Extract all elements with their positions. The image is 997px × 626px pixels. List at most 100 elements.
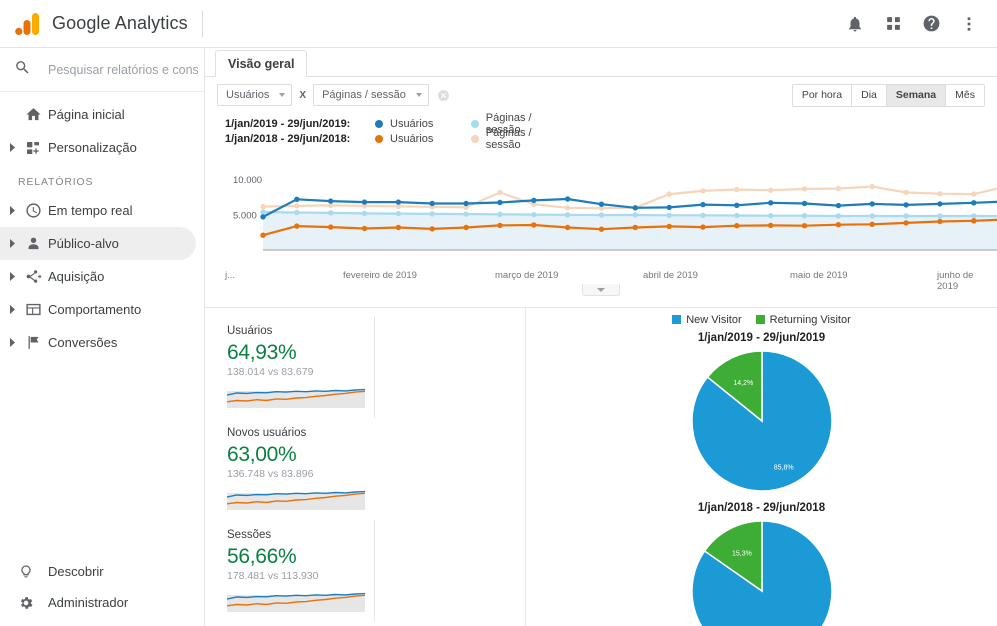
person-icon [18, 235, 48, 252]
sidebar-item-label: Público-alvo [48, 236, 119, 251]
gear-icon [18, 595, 48, 611]
chevron-down-icon [279, 93, 286, 97]
tab-bar: Visão geral [205, 48, 997, 77]
period-mes[interactable]: Mês [946, 84, 984, 106]
legend-date-range: 1/jan/2019 - 29/jun/2019: [225, 117, 351, 130]
pie-legend: New Visitor Returning Visitor [672, 314, 851, 326]
pie-legend-label: New Visitor [686, 314, 742, 326]
sidebar-item-label: Descobrir [48, 564, 104, 579]
clock-icon [18, 202, 48, 219]
chevron-right-icon [6, 272, 18, 281]
metric-secondary-label: Páginas / sessão [322, 89, 406, 101]
period-por-hora[interactable]: Por hora [792, 84, 853, 106]
tab-label: Visão geral [228, 57, 295, 71]
more-vert-icon[interactable] [953, 8, 985, 40]
main-content: Visão geral Usuários X Páginas / sessão … [205, 48, 997, 626]
customization-icon [18, 140, 48, 156]
pie-slice-label: 85,8% [773, 465, 793, 472]
period-semana[interactable]: Semana [886, 84, 947, 106]
notifications-bell-icon[interactable] [839, 8, 871, 40]
metric-sparkline [227, 382, 365, 408]
tab-visao-geral[interactable]: Visão geral [215, 50, 308, 77]
sidebar-item-personalizacao[interactable]: Personalização [0, 131, 196, 164]
search-icon [14, 59, 31, 81]
sidebar-item-em-tempo-real[interactable]: Em tempo real [0, 194, 196, 227]
legend-entry[interactable]: Usuários [375, 133, 471, 145]
home-icon [18, 106, 48, 123]
header-actions [839, 8, 997, 40]
flag-icon [18, 334, 48, 351]
apps-grid-icon[interactable] [877, 8, 909, 40]
metric-cards: Usuários 64,93% 138.014 vs 83.679 Novos usu… [205, 308, 525, 626]
metric-title: Usuários [227, 325, 273, 337]
period-dia[interactable]: Dia [852, 84, 887, 106]
metric-card[interactable]: Novos usuários 63,00% 136.748 vs 83.896 [217, 418, 375, 520]
pie-legend-entry-returning[interactable]: Returning Visitor [755, 314, 851, 326]
metric-primary-label: Usuários [226, 89, 270, 101]
lower-panels: Usuários 64,93% 138.014 vs 83.679 Novos usu… [205, 307, 997, 626]
pie-slice-label: 14,2% [733, 380, 753, 387]
sidebar-search[interactable] [0, 48, 204, 92]
svg-text:10.000: 10.000 [233, 175, 262, 186]
sidebar-section-relatorios: RELATÓRIOS [18, 176, 94, 188]
chevron-right-icon [6, 143, 18, 152]
metric-primary-dropdown[interactable]: Usuários [217, 84, 293, 106]
chevron-down-icon [597, 287, 605, 292]
sidebar-item-descobrir[interactable]: Descobrir [0, 556, 196, 587]
pie-chart-canvas[interactable]: 84,7%15,3% [687, 516, 837, 626]
chart-x-axis: j... fevereiro de 2019 março de 2019 abril … [225, 270, 985, 292]
google-analytics-logo-icon [0, 11, 42, 37]
metric-sparkline [227, 586, 365, 612]
sidebar-item-label: Em tempo real [48, 203, 133, 218]
sidebar-item-conversoes[interactable]: Conversões [0, 326, 196, 359]
chevron-down-icon [415, 93, 422, 97]
clear-circle-icon[interactable] [437, 89, 450, 102]
metric-card[interactable]: Número de sessões por usuário-5,02%1,29 … [217, 622, 375, 626]
search-input[interactable] [48, 62, 198, 77]
metric-separator: X [299, 89, 307, 101]
metric-sparkline [227, 484, 365, 510]
brand-title: Google Analytics [52, 13, 188, 33]
metric-card[interactable]: Sessões 56,66% 178.481 vs 113.930 [217, 520, 375, 622]
sidebar-item-label: Personalização [48, 140, 137, 155]
chart-collapse-bar [581, 284, 621, 297]
legend-dot-icon [375, 134, 383, 143]
sidebar-item-pagina-inicial[interactable]: Página inicial [0, 98, 196, 131]
legend-entry[interactable]: Páginas / sessão [471, 127, 567, 151]
pie-legend-label: Returning Visitor [769, 314, 851, 326]
chevron-right-icon [6, 338, 18, 347]
metric-card[interactable]: Usuários 64,93% 138.014 vs 83.679 [217, 316, 375, 418]
metric-secondary-dropdown[interactable]: Páginas / sessão [313, 84, 429, 106]
legend-entry[interactable]: Usuários [375, 118, 471, 130]
sidebar-item-publico-alvo[interactable]: Público-alvo [0, 227, 196, 260]
pie-legend-entry-new[interactable]: New Visitor [672, 314, 742, 326]
help-icon[interactable] [915, 8, 947, 40]
header-divider [201, 10, 203, 37]
line-chart-canvas[interactable]: 10.0005.000321 [225, 152, 997, 270]
visitor-pie-panel: New Visitor Returning Visitor 1/jan/2019… [525, 308, 997, 626]
overview-chart: 1/jan/2019 - 29/jun/2019: Usuários Págin… [205, 112, 997, 307]
x-axis-tick-label: março de 2019 [495, 270, 559, 281]
legend-label: Páginas / sessão [485, 126, 532, 151]
app-header: Google Analytics [0, 0, 997, 48]
sidebar-item-comportamento[interactable]: Comportamento [0, 293, 196, 326]
metric-title: Novos usuários [227, 427, 307, 439]
chevron-right-icon [6, 305, 18, 314]
metric-comparison: 178.481 vs 113.930 [227, 570, 319, 582]
sidebar-item-label: Conversões [48, 335, 118, 350]
sidebar-item-administrador[interactable]: Administrador [0, 587, 196, 618]
sidebar-item-aquisicao[interactable]: Aquisição [0, 260, 196, 293]
legend-label: Usuários [390, 132, 434, 145]
pie-slice-label: 15,3% [731, 551, 751, 558]
chevron-right-icon [6, 206, 18, 215]
legend-row-2019: 1/jan/2019 - 29/jun/2019: Usuários Págin… [225, 112, 985, 136]
app-body: Página inicial Personalização RELATÓRIOS [0, 48, 997, 626]
x-axis-tick-label: fevereiro de 2019 [343, 270, 417, 281]
sidebar-item-label: Página inicial [48, 107, 125, 122]
metric-toolbar: Usuários X Páginas / sessão Por hora Dia… [205, 77, 997, 113]
pie-chart-canvas[interactable]: 85,8% 14,2% [687, 346, 837, 496]
sidebar-bottom-nav: Descobrir Administrador [0, 556, 204, 626]
collapse-chart-button[interactable] [582, 284, 620, 296]
legend-square-icon [672, 315, 682, 324]
svg-text:5.000: 5.000 [233, 210, 257, 221]
